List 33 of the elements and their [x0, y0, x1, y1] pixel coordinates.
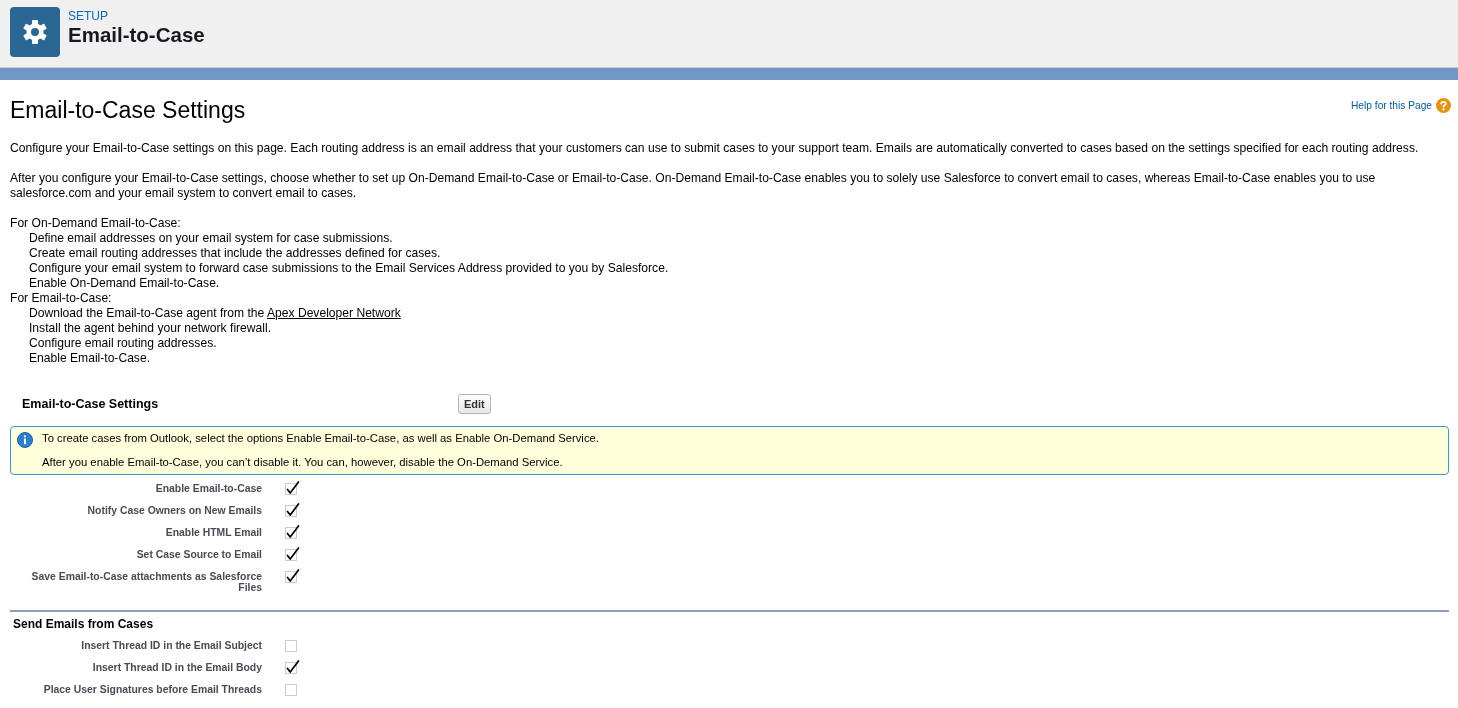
intro-paragraph: Configure your Email-to-Case settings on this page. Each routing address is an email address that your customers can use to submit cases to your support team. Emails are automatically converted to cases based on the settings specified for each routing address.	[10, 141, 1420, 156]
instruction-step: Enable On-Demand Email-to-Case.	[10, 276, 1451, 291]
instruction-step: Configure your email system to forward case submissions to the Email Services Address provided to you by Salesforce.	[10, 261, 1451, 276]
breadcrumb-link[interactable]: SETUP	[68, 9, 205, 23]
page-title: Email-to-Case Settings	[10, 96, 246, 124]
instruction-step: Install the agent behind your network firewall.	[10, 321, 1451, 336]
info-text: After you enable Email-to-Case, you can’t disable it. You can, however, disable the On-Demand Service.	[42, 456, 564, 469]
field-label: Place User Signatures before Email Threads	[42, 683, 262, 697]
instruction-step: Enable Email-to-Case.	[10, 351, 1451, 366]
field-label: Notify Case Owners on New Emails	[86, 504, 262, 518]
instruction-step: Download the Email-to-Case agent from the Apex Developer Network	[10, 306, 1451, 321]
instruction-step: Define email addresses on your email system for case submissions.	[10, 231, 1451, 246]
field-label: Insert Thread ID in the Email Subject	[80, 639, 262, 653]
info-icon	[17, 432, 33, 448]
instruction-heading: For Email-to-Case:	[10, 291, 113, 306]
instruction-step: Configure email routing addresses.	[10, 336, 1451, 351]
info-text: To create cases from Outlook, select the options Enable Email-to-Case, as well as Enable On-Demand Service.	[42, 432, 599, 445]
field-label: Set Case Source to Email	[135, 548, 262, 562]
app-title: Email-to-Case	[68, 23, 205, 47]
instruction-step: Create email routing addresses that include the addresses defined for cases.	[10, 246, 1451, 261]
field-label: Enable HTML Email	[164, 526, 262, 540]
gear-icon	[10, 7, 60, 57]
help-icon	[1436, 98, 1451, 114]
developer-network-link[interactable]: Apex Developer Network	[267, 306, 401, 320]
edit-button[interactable]: Edit	[458, 394, 491, 414]
intro-paragraph: After you configure your Email-to-Case settings, choose whether to set up On-Demand Email-to-Case or Email-to-Case. On-Demand Email-to-Case enables you to solely use Salesforce to convert email to cases, whereas Email-to-Case enables you to use salesforce.com and your email system to convert email to cases.	[10, 171, 1377, 201]
instruction-heading: For On-Demand Email-to-Case:	[10, 216, 182, 231]
field-label: Insert Thread ID in the Email Body	[91, 661, 262, 675]
field-label: Save Email-to-Case attachments as Salesforce Files	[30, 570, 262, 593]
field-label: Enable Email-to-Case	[154, 482, 262, 496]
section-title: Email-to-Case Settings	[21, 395, 160, 413]
section-title: Send Emails from Cases	[12, 616, 155, 631]
help-link[interactable]: Help for this Page	[1351, 98, 1432, 114]
